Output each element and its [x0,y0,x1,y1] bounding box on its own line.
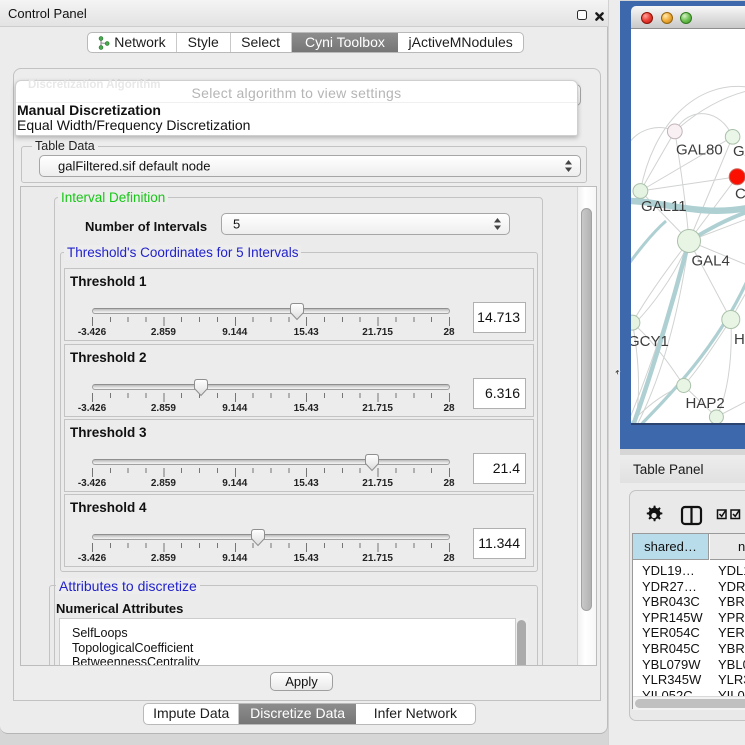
svg-text:GAL4: GAL4 [692,253,730,270]
svg-text:C: C [735,186,745,203]
svg-text:H: H [734,331,745,348]
svg-text:GAL80: GAL80 [676,142,723,159]
svg-text:GCY1: GCY1 [631,333,669,350]
svg-text:GAL11: GAL11 [641,198,687,215]
svg-text:GA: GA [733,143,745,160]
svg-text:HAP2: HAP2 [686,395,725,412]
